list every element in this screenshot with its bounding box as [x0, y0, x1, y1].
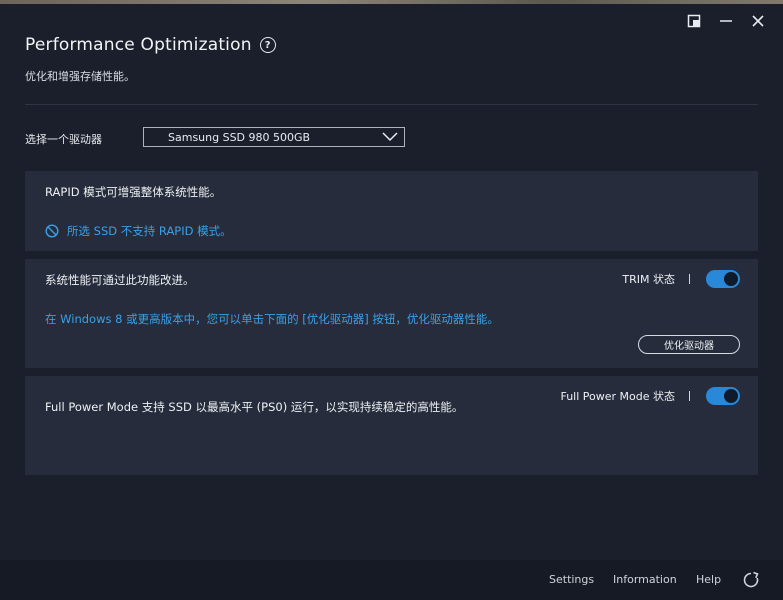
close-icon — [752, 15, 764, 27]
chevron-down-icon — [382, 132, 398, 142]
desktop-strip — [0, 0, 783, 4]
drive-select-value: Samsung SSD 980 500GB — [168, 131, 311, 144]
full-power-mode-toggle-label: Full Power Mode 状态 — [560, 390, 675, 403]
toggle-separator — [689, 391, 690, 401]
trim-heading: 系统性能可通过此功能改进。 — [45, 273, 195, 287]
toggle-knob — [724, 272, 738, 286]
refresh-button[interactable] — [742, 571, 760, 589]
toggle-separator — [689, 274, 690, 284]
app-window: Performance Optimization ? 优化和增强存储性能。 选择… — [0, 0, 783, 600]
footer-settings-link[interactable]: Settings — [549, 573, 594, 586]
help-icon[interactable]: ? — [259, 37, 276, 53]
rapid-mode-warning-text: 所选 SSD 不支持 RAPID 模式。 — [67, 224, 232, 238]
close-button[interactable] — [749, 12, 767, 30]
toggle-knob — [724, 389, 738, 403]
restore-icon — [687, 14, 701, 28]
page-title: Performance Optimization — [25, 35, 252, 55]
trim-toggle-label: TRIM 状态 — [622, 273, 675, 286]
drive-select-dropdown[interactable]: Samsung SSD 980 500GB — [143, 127, 405, 147]
trim-panel: 系统性能可通过此功能改进。 TRIM 状态 在 Windows 8 或更高版本中… — [25, 259, 758, 368]
trim-toggle-group: TRIM 状态 — [622, 270, 740, 288]
restore-button[interactable] — [685, 12, 703, 30]
prohibited-icon — [45, 224, 59, 238]
optimize-drive-button[interactable]: 优化驱动器 — [638, 335, 740, 354]
drive-select-label: 选择一个驱动器 — [25, 133, 102, 146]
window-controls — [685, 12, 767, 30]
full-power-mode-toggle-group: Full Power Mode 状态 — [560, 387, 740, 405]
full-power-mode-panel: Full Power Mode 支持 SSD 以最高水平 (PS0) 运行，以实… — [25, 376, 758, 475]
minimize-button[interactable] — [717, 12, 735, 30]
trim-info-text: 在 Windows 8 或更高版本中，您可以单击下面的 [优化驱动器] 按钮，优… — [45, 312, 499, 326]
header-divider — [25, 104, 758, 105]
footer-help-link[interactable]: Help — [696, 573, 721, 586]
refresh-icon — [743, 571, 759, 588]
title-row: Performance Optimization ? — [25, 35, 276, 55]
full-power-mode-toggle[interactable] — [706, 387, 740, 405]
trim-toggle[interactable] — [706, 270, 740, 288]
rapid-mode-panel: RAPID 模式可增强整体系统性能。 所选 SSD 不支持 RAPID 模式。 — [25, 171, 758, 251]
footer-bar: Settings Information Help — [0, 560, 783, 600]
page-subtitle: 优化和增强存储性能。 — [25, 70, 135, 83]
rapid-mode-heading: RAPID 模式可增强整体系统性能。 — [45, 185, 222, 199]
minimize-icon — [720, 20, 732, 22]
footer-information-link[interactable]: Information — [613, 573, 677, 586]
full-power-mode-heading: Full Power Mode 支持 SSD 以最高水平 (PS0) 运行，以实… — [45, 400, 464, 414]
rapid-mode-warning: 所选 SSD 不支持 RAPID 模式。 — [45, 223, 232, 239]
